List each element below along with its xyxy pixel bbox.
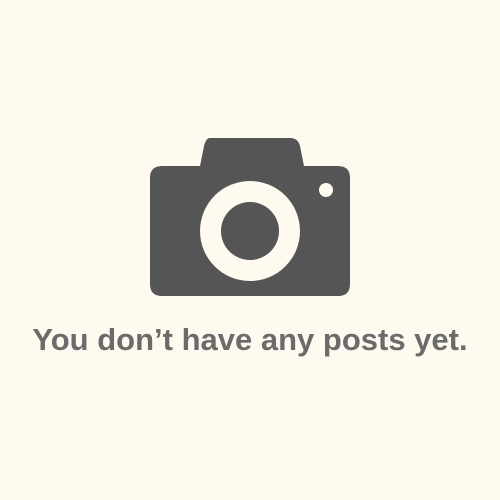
empty-posts-message: You don’t have any posts yet. [32,322,468,357]
camera-icon [150,138,350,296]
empty-posts-state: You don’t have any posts yet. [0,0,500,500]
